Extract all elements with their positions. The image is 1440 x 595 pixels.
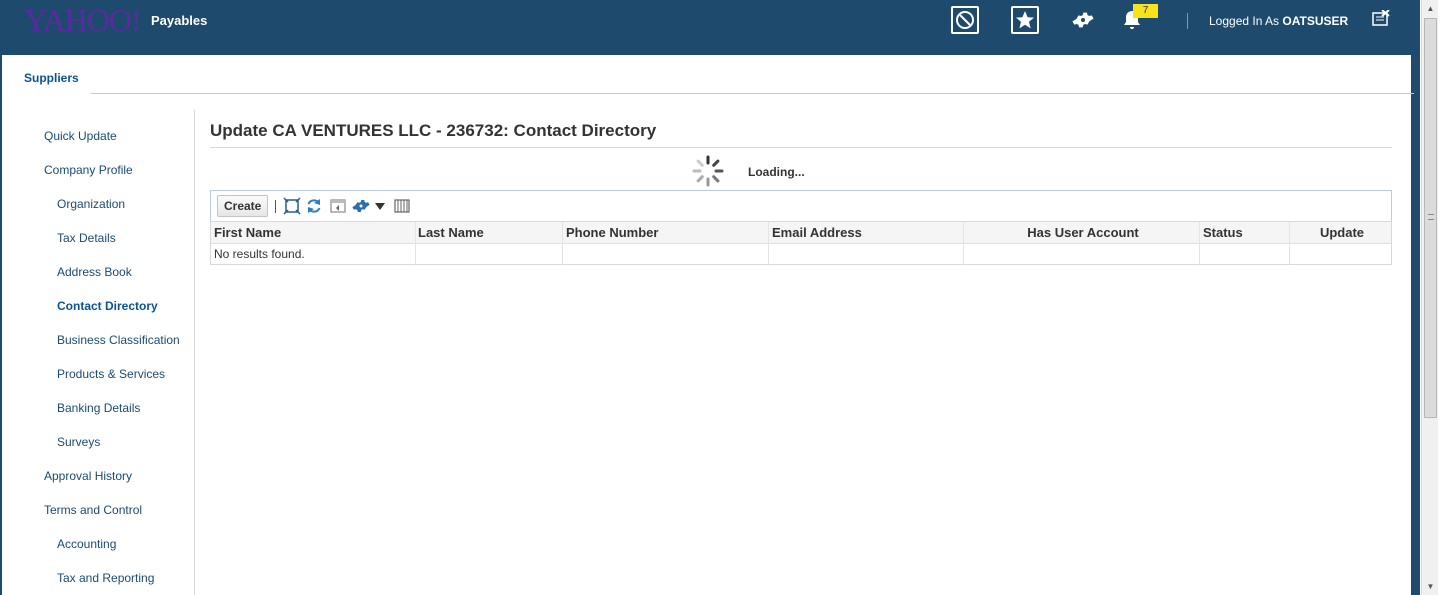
table-cell bbox=[416, 244, 563, 265]
yahoo-logo[interactable]: YAHOO! bbox=[24, 2, 142, 39]
logged-in-prefix: Logged In As bbox=[1209, 14, 1280, 28]
nav-quick-update[interactable]: Quick Update bbox=[44, 129, 117, 143]
column-header-status[interactable]: Status bbox=[1200, 222, 1290, 244]
nav-products-services[interactable]: Products & Services bbox=[57, 367, 165, 381]
table-header: First Name Last Name Phone Number Email … bbox=[211, 222, 1391, 244]
left-navigation: Quick Update Company Profile Organizatio… bbox=[14, 110, 195, 595]
nav-tax-and-reporting[interactable]: Tax and Reporting bbox=[57, 571, 154, 585]
table-cell bbox=[769, 244, 964, 265]
nav-banking-details[interactable]: Banking Details bbox=[57, 401, 140, 415]
navigator-icon[interactable] bbox=[951, 6, 979, 34]
favorites-star-icon[interactable] bbox=[1011, 6, 1039, 34]
title-divider bbox=[210, 147, 1392, 148]
logged-in-user[interactable]: Logged In As OATSUSER bbox=[1209, 14, 1348, 28]
vertical-scrollbar[interactable]: ▲ ▼ bbox=[1421, 0, 1438, 595]
scroll-up-arrow-icon[interactable]: ▲ bbox=[1422, 0, 1439, 17]
column-header-phone-number[interactable]: Phone Number bbox=[563, 222, 769, 244]
loading-text: Loading... bbox=[748, 165, 805, 179]
table-toolbar: Create bbox=[210, 190, 1392, 221]
frame-right-border bbox=[1411, 55, 1420, 595]
refresh-icon[interactable] bbox=[305, 197, 323, 215]
logo-text: YAHOO bbox=[24, 2, 132, 38]
notification-count-badge[interactable]: 7 bbox=[1133, 4, 1158, 18]
column-header-update[interactable]: Update bbox=[1290, 222, 1391, 244]
nav-contact-directory[interactable]: Contact Directory bbox=[57, 299, 158, 313]
nav-tax-details[interactable]: Tax Details bbox=[57, 231, 116, 245]
settings-icon[interactable] bbox=[352, 197, 370, 215]
contacts-table: First Name Last Name Phone Number Email … bbox=[210, 221, 1392, 265]
column-header-has-user-account[interactable]: Has User Account bbox=[964, 222, 1200, 244]
create-button[interactable]: Create bbox=[217, 195, 269, 217]
window-close-icon[interactable] bbox=[1372, 9, 1390, 26]
settings-gear-icon[interactable] bbox=[1069, 6, 1097, 34]
scroll-down-arrow-icon[interactable]: ▼ bbox=[1422, 578, 1439, 595]
logo-exclamation: ! bbox=[131, 2, 142, 38]
nav-organization[interactable]: Organization bbox=[57, 197, 125, 211]
header-divider bbox=[1187, 13, 1188, 29]
table-cell bbox=[563, 244, 769, 265]
nav-approval-history[interactable]: Approval History bbox=[44, 469, 132, 483]
table-cell bbox=[1200, 244, 1290, 265]
column-header-email-address[interactable]: Email Address bbox=[769, 222, 964, 244]
loading-spinner-icon bbox=[691, 154, 725, 188]
frame-left-border bbox=[0, 55, 2, 595]
tab-suppliers[interactable]: Suppliers bbox=[12, 68, 91, 94]
nav-accounting[interactable]: Accounting bbox=[57, 537, 116, 551]
dropdown-arrow-icon[interactable] bbox=[374, 200, 386, 212]
toolbar-separator bbox=[275, 200, 276, 213]
nav-surveys[interactable]: Surveys bbox=[57, 435, 100, 449]
global-header: YAHOO! Payables 7 Logged In As OATSUSER bbox=[0, 0, 1420, 55]
scroll-thumb[interactable] bbox=[1424, 18, 1437, 418]
table-cell bbox=[964, 244, 1200, 265]
nav-address-book[interactable]: Address Book bbox=[57, 265, 132, 279]
column-header-last-name[interactable]: Last Name bbox=[416, 222, 563, 244]
empty-table-message: No results found. bbox=[214, 247, 305, 261]
app-name: Payables bbox=[151, 13, 208, 28]
freeze-icon[interactable] bbox=[329, 197, 347, 215]
nav-company-profile[interactable]: Company Profile bbox=[44, 163, 133, 177]
column-header-first-name[interactable]: First Name bbox=[211, 222, 416, 244]
username: OATSUSER bbox=[1282, 14, 1349, 28]
nav-business-classification[interactable]: Business Classification bbox=[57, 333, 180, 347]
page-title: Update CA VENTURES LLC - 236732: Contact… bbox=[210, 121, 657, 140]
scroll-grip-icon bbox=[1428, 214, 1434, 220]
detach-icon[interactable] bbox=[283, 197, 301, 215]
columns-icon[interactable] bbox=[393, 197, 411, 215]
tab-strip: Suppliers bbox=[12, 68, 1414, 94]
nav-terms-and-control[interactable]: Terms and Control bbox=[44, 503, 142, 517]
